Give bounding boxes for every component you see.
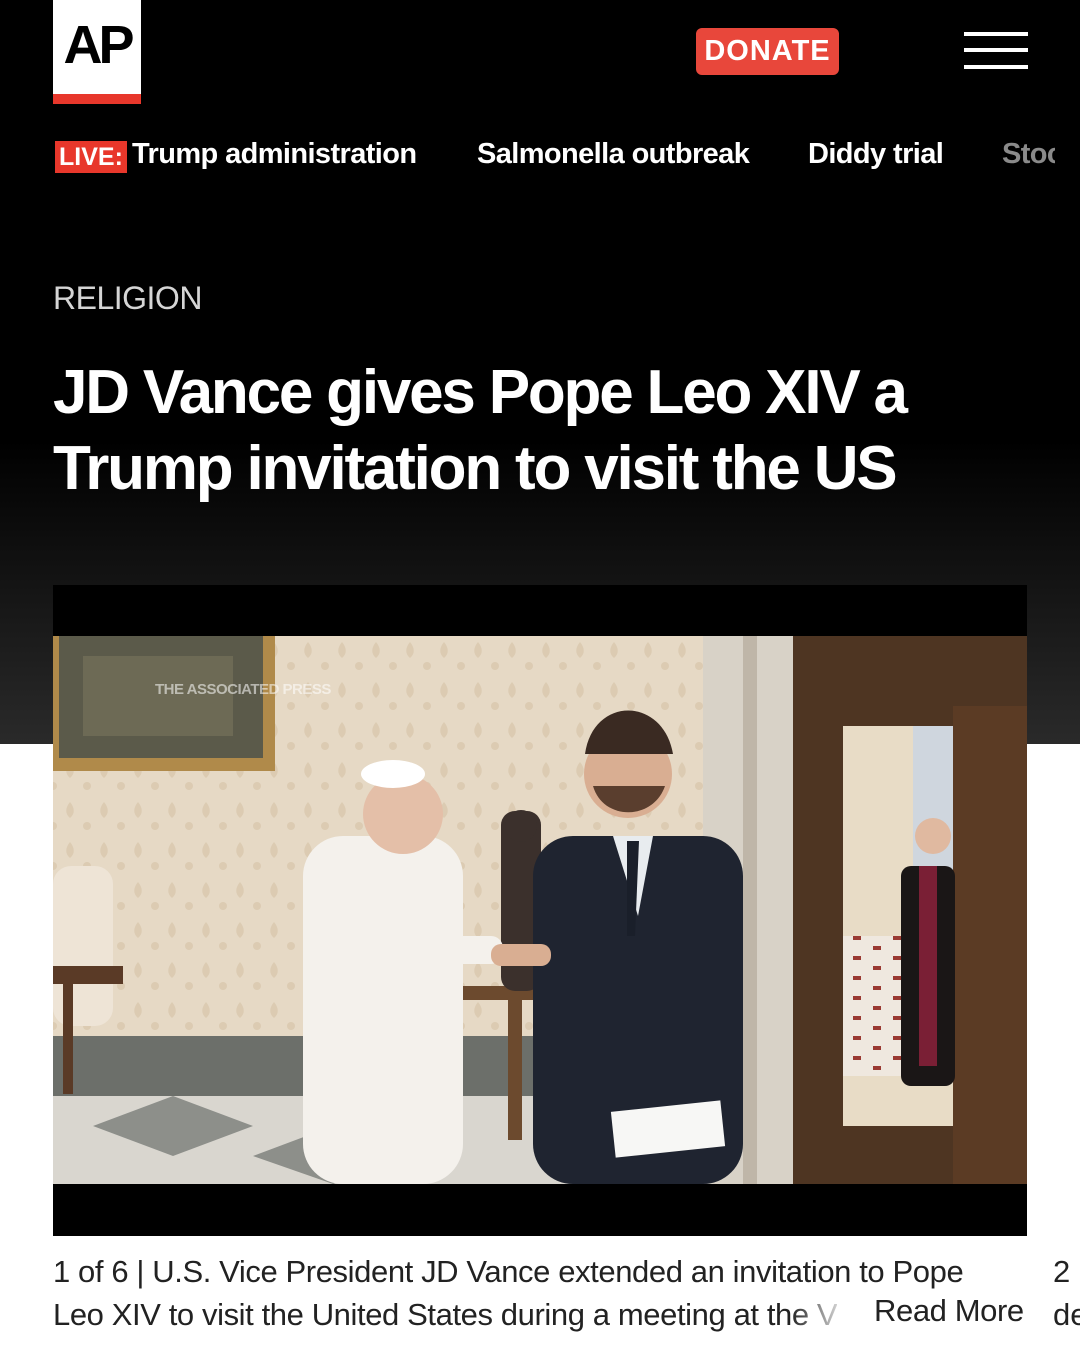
nav-link-salmonella-outbreak[interactable]: Salmonella outbreak bbox=[477, 138, 750, 171]
nav-link-diddy-trial[interactable]: Diddy trial bbox=[808, 138, 944, 171]
hamburger-menu-icon[interactable] bbox=[964, 30, 1028, 72]
section-label[interactable]: RELIGION bbox=[53, 280, 202, 317]
next-slide-caption-preview: 2 o de bbox=[1053, 1250, 1080, 1336]
menu-line bbox=[964, 48, 1028, 52]
photo-gallery-image[interactable]: THE ASSOCIATED PRESS bbox=[53, 585, 1027, 1236]
article-photo bbox=[53, 636, 1027, 1184]
caption-line-1: 1 of 6 | U.S. Vice President JD Vance ex… bbox=[53, 1250, 1013, 1293]
live-badge: LIVE: bbox=[55, 141, 127, 173]
ap-logo[interactable]: AP bbox=[53, 0, 141, 104]
nav-link-trump-administration[interactable]: Trump administration bbox=[132, 138, 417, 171]
caption-text-line-2: Leo XIV to visit the United States durin… bbox=[53, 1297, 726, 1332]
next-caption-line-1: 2 o bbox=[1053, 1254, 1080, 1289]
menu-line bbox=[964, 65, 1028, 69]
menu-line bbox=[964, 32, 1028, 36]
page-title: JD Vance gives Pope Leo XIV a Trump invi… bbox=[53, 358, 908, 503]
logo-red-bar bbox=[53, 94, 141, 104]
donate-button[interactable]: DONATE bbox=[696, 28, 839, 75]
next-caption-line-2: de bbox=[1053, 1297, 1080, 1332]
caption-text-fading: at the V bbox=[733, 1297, 838, 1332]
trending-nav: LIVE: Trump administration Salmonella ou… bbox=[53, 136, 1055, 178]
caption-counter: 1 of 6 | bbox=[53, 1254, 145, 1289]
caption-text-line-1: U.S. Vice President JD Vance extended an… bbox=[152, 1254, 964, 1289]
nav-link-stocks[interactable]: Stoc bbox=[1002, 138, 1055, 171]
media-watermark: THE ASSOCIATED PRESS bbox=[155, 681, 331, 698]
read-more-button[interactable]: Read More bbox=[864, 1293, 1024, 1329]
logo-text: AP bbox=[63, 15, 134, 75]
